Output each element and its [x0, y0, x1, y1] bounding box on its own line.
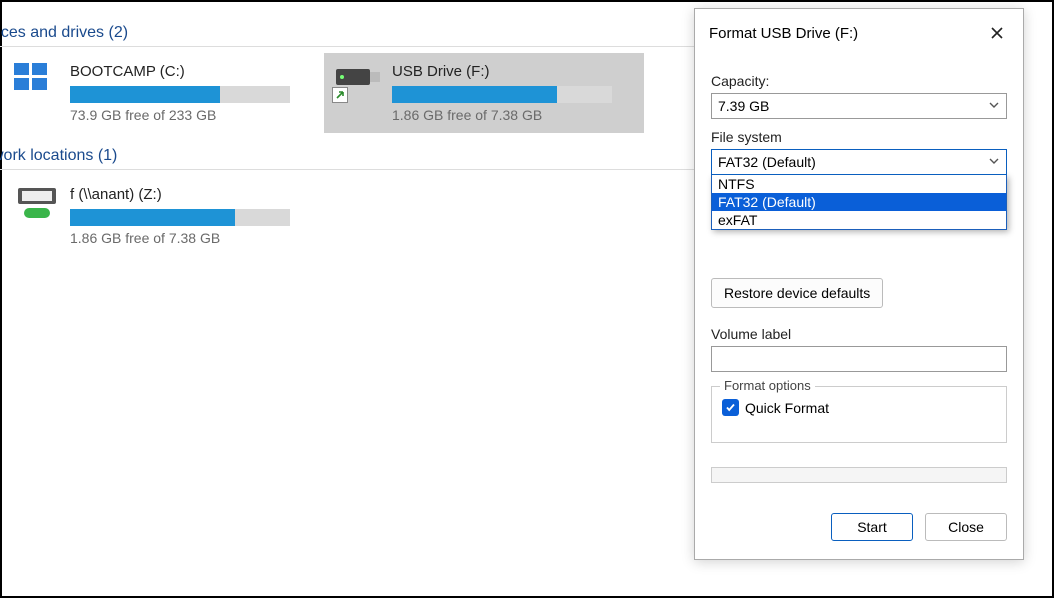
volume-label-label: Volume label	[711, 326, 1007, 342]
filesystem-label: File system	[711, 129, 1007, 145]
drive-free-text: 1.86 GB free of 7.38 GB	[392, 107, 612, 123]
network-list: f (\\anant) (Z:) 1.86 GB free of 7.38 GB	[2, 170, 702, 266]
filesystem-option[interactable]: NTFS	[712, 175, 1006, 193]
capacity-value: 7.39 GB	[718, 98, 769, 114]
drive-item[interactable]: BOOTCAMP (C:) 73.9 GB free of 233 GB	[2, 53, 322, 133]
explorer-pane: rices and drives (2) BOOTCAMP (C:) 73.9 G…	[2, 2, 702, 266]
format-options-group: Format options Quick Format	[711, 386, 1007, 443]
format-progress-bar	[711, 467, 1007, 483]
capacity-label: Capacity:	[711, 73, 1007, 89]
drive-icon	[14, 186, 60, 222]
capacity-bar	[392, 86, 612, 103]
drive-item[interactable]: USB Drive (F:) 1.86 GB free of 7.38 GB	[324, 53, 644, 133]
chevron-down-icon	[988, 98, 1000, 114]
drive-name: f (\\anant) (Z:)	[70, 186, 290, 203]
filesystem-option[interactable]: exFAT	[712, 211, 1006, 229]
dialog-button-row: Start Close	[695, 493, 1023, 559]
filesystem-dropdown: NTFSFAT32 (Default)exFAT	[711, 175, 1007, 230]
restore-defaults-button[interactable]: Restore device defaults	[711, 278, 883, 308]
section-header-devices[interactable]: rices and drives (2)	[0, 20, 702, 47]
quick-format-label: Quick Format	[745, 400, 829, 416]
start-button[interactable]: Start	[831, 513, 913, 541]
filesystem-select[interactable]: FAT32 (Default)	[711, 149, 1007, 175]
format-dialog: Format USB Drive (F:) Capacity: 7.39 GB …	[694, 8, 1024, 560]
quick-format-checkbox[interactable]: Quick Format	[722, 399, 996, 416]
drive-free-text: 73.9 GB free of 233 GB	[70, 107, 290, 123]
close-dialog-button[interactable]: Close	[925, 513, 1007, 541]
capacity-bar	[70, 209, 290, 226]
drive-icon	[336, 63, 382, 99]
filesystem-value: FAT32 (Default)	[718, 154, 816, 170]
format-options-legend: Format options	[720, 378, 815, 393]
filesystem-option[interactable]: FAT32 (Default)	[712, 193, 1006, 211]
dialog-titlebar: Format USB Drive (F:)	[695, 9, 1023, 57]
drive-item[interactable]: f (\\anant) (Z:) 1.86 GB free of 7.38 GB	[2, 176, 322, 256]
capacity-bar	[70, 86, 290, 103]
shortcut-arrow-icon	[332, 87, 348, 103]
section-header-network[interactable]: work locations (1)	[0, 143, 702, 170]
volume-label-input[interactable]	[711, 346, 1007, 372]
drive-name: USB Drive (F:)	[392, 63, 612, 80]
drive-free-text: 1.86 GB free of 7.38 GB	[70, 230, 290, 246]
close-button[interactable]	[983, 19, 1011, 47]
drive-icon	[14, 63, 60, 99]
capacity-select[interactable]: 7.39 GB	[711, 93, 1007, 119]
checkbox-checked-icon	[722, 399, 739, 416]
drives-list: BOOTCAMP (C:) 73.9 GB free of 233 GB USB D…	[2, 47, 702, 143]
chevron-down-icon	[988, 154, 1000, 170]
drive-name: BOOTCAMP (C:)	[70, 63, 290, 80]
close-icon	[990, 26, 1004, 40]
dialog-title: Format USB Drive (F:)	[709, 25, 858, 42]
